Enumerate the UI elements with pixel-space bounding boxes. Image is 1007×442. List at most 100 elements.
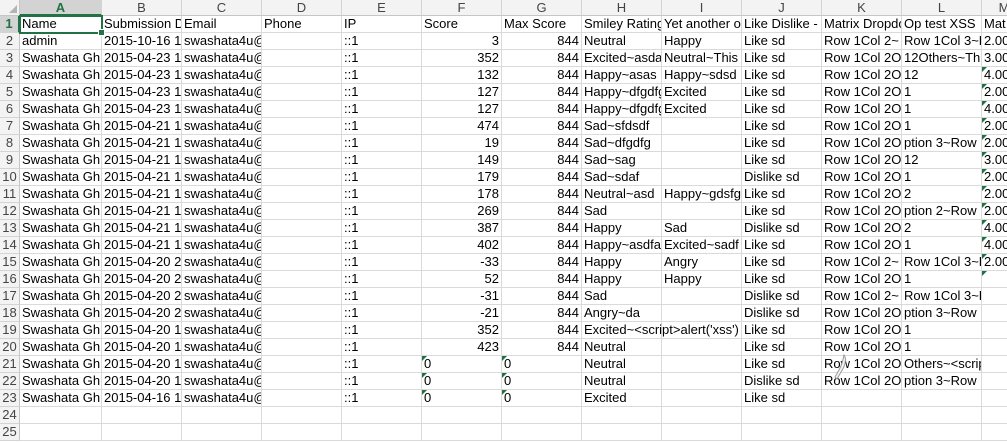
- cell-f16[interactable]: 52: [422, 271, 502, 288]
- cell-f10[interactable]: 179: [422, 169, 502, 186]
- cell-m15[interactable]: 2.00: [982, 254, 1007, 271]
- cell-c24[interactable]: [182, 407, 262, 424]
- cell-k4[interactable]: Row 1Col 2O: [822, 67, 902, 84]
- cell-h10[interactable]: Sad~sdaf: [582, 169, 662, 186]
- cell-l2[interactable]: Row 1Col 3~R: [902, 33, 982, 50]
- cell-m14[interactable]: 4.00: [982, 237, 1007, 254]
- cell-c17[interactable]: swashata4u@gmail.com: [182, 288, 262, 305]
- cell-d22[interactable]: [262, 373, 342, 390]
- cell-j14[interactable]: Like sd: [742, 237, 822, 254]
- cell-d3[interactable]: [262, 50, 342, 67]
- column-header-d[interactable]: D: [262, 0, 342, 16]
- header-cell-f[interactable]: Score: [422, 16, 502, 33]
- cell-f14[interactable]: 402: [422, 237, 502, 254]
- cell-f12[interactable]: 269: [422, 203, 502, 220]
- cell-c13[interactable]: swashata4u@gmail.com: [182, 220, 262, 237]
- cell-j9[interactable]: Like sd: [742, 152, 822, 169]
- cell-e23[interactable]: ::1: [342, 390, 422, 407]
- cell-i6[interactable]: Excited: [662, 101, 742, 118]
- cell-c7[interactable]: swashata4u@gmail.com: [182, 118, 262, 135]
- cell-m8[interactable]: 2.00: [982, 135, 1007, 152]
- column-header-f[interactable]: F: [422, 0, 502, 16]
- cell-e2[interactable]: ::1: [342, 33, 422, 50]
- cell-b7[interactable]: 2015-04-21 14: [102, 118, 182, 135]
- cell-e11[interactable]: ::1: [342, 186, 422, 203]
- cell-j10[interactable]: Dislike sd: [742, 169, 822, 186]
- row-header-16[interactable]: 16: [0, 271, 20, 288]
- cell-c19[interactable]: swashata4u@gmail.com: [182, 322, 262, 339]
- cell-j23[interactable]: Like sd: [742, 390, 822, 407]
- cell-b18[interactable]: 2015-04-20 20: [102, 305, 182, 322]
- cell-f22[interactable]: 0: [422, 373, 502, 390]
- cell-a5[interactable]: Swashata Gh: [20, 84, 102, 101]
- cell-d18[interactable]: [262, 305, 342, 322]
- cell-e7[interactable]: ::1: [342, 118, 422, 135]
- cell-j16[interactable]: Like sd: [742, 271, 822, 288]
- cell-l10[interactable]: 1: [902, 169, 982, 186]
- cell-m6[interactable]: 4.00: [982, 101, 1007, 118]
- column-header-c[interactable]: C: [182, 0, 262, 16]
- cell-g25[interactable]: [502, 424, 582, 441]
- cell-l22[interactable]: ption 3~Row 1Col: [902, 373, 982, 390]
- cell-f15[interactable]: -33: [422, 254, 502, 271]
- cell-l21[interactable]: Others~<script>a: [902, 356, 982, 373]
- row-header-10[interactable]: 10: [0, 169, 20, 186]
- cell-f7[interactable]: 474: [422, 118, 502, 135]
- cell-h22[interactable]: Neutral: [582, 373, 662, 390]
- cell-i13[interactable]: Sad: [662, 220, 742, 237]
- row-header-18[interactable]: 18: [0, 305, 20, 322]
- cell-k6[interactable]: Row 1Col 2O: [822, 101, 902, 118]
- row-header-7[interactable]: 7: [0, 118, 20, 135]
- cell-m2[interactable]: 2.00: [982, 33, 1007, 50]
- header-cell-j[interactable]: Like Dislike -: [742, 16, 822, 33]
- cell-k25[interactable]: [822, 424, 902, 441]
- cell-j22[interactable]: Dislike sd: [742, 373, 822, 390]
- cell-g3[interactable]: 844: [502, 50, 582, 67]
- cell-e6[interactable]: ::1: [342, 101, 422, 118]
- cell-h15[interactable]: Happy: [582, 254, 662, 271]
- cell-l4[interactable]: 12: [902, 67, 982, 84]
- column-header-b[interactable]: B: [102, 0, 182, 16]
- cell-h20[interactable]: Neutral: [582, 339, 662, 356]
- cell-a7[interactable]: Swashata Gh: [20, 118, 102, 135]
- cell-h9[interactable]: Sad~sag: [582, 152, 662, 169]
- cell-c23[interactable]: swashata4u@gmail.com: [182, 390, 262, 407]
- cell-h17[interactable]: Sad: [582, 288, 662, 305]
- cell-f18[interactable]: -21: [422, 305, 502, 322]
- row-header-13[interactable]: 13: [0, 220, 20, 237]
- cell-h6[interactable]: Happy~dfgdfg: [582, 101, 662, 118]
- cell-k19[interactable]: Row 1Col 2O: [822, 322, 902, 339]
- cell-g9[interactable]: 844: [502, 152, 582, 169]
- cell-l9[interactable]: 12: [902, 152, 982, 169]
- cell-k7[interactable]: Row 1Col 2O: [822, 118, 902, 135]
- column-header-k[interactable]: K: [822, 0, 902, 16]
- cell-a16[interactable]: Swashata Gh: [20, 271, 102, 288]
- cell-l3[interactable]: 12Others~Th: [902, 50, 982, 67]
- cell-d20[interactable]: [262, 339, 342, 356]
- cell-e18[interactable]: ::1: [342, 305, 422, 322]
- cell-a22[interactable]: Swashata Gh: [20, 373, 102, 390]
- cell-i23[interactable]: [662, 390, 742, 407]
- cell-e5[interactable]: ::1: [342, 84, 422, 101]
- cell-j3[interactable]: Like sd: [742, 50, 822, 67]
- cell-i20[interactable]: [662, 339, 742, 356]
- cell-m23[interactable]: [982, 390, 1007, 407]
- row-header-5[interactable]: 5: [0, 84, 20, 101]
- select-all-corner[interactable]: [0, 0, 20, 16]
- cell-g20[interactable]: 844: [502, 339, 582, 356]
- cell-d13[interactable]: [262, 220, 342, 237]
- cell-i21[interactable]: [662, 356, 742, 373]
- cell-c6[interactable]: swashata4u@gmail.com: [182, 101, 262, 118]
- cell-f17[interactable]: -31: [422, 288, 502, 305]
- cell-g8[interactable]: 844: [502, 135, 582, 152]
- cell-f6[interactable]: 127: [422, 101, 502, 118]
- cell-d23[interactable]: [262, 390, 342, 407]
- cell-a17[interactable]: Swashata Gh: [20, 288, 102, 305]
- cell-c10[interactable]: swashata4u@gmail.com: [182, 169, 262, 186]
- cell-f21[interactable]: 0: [422, 356, 502, 373]
- cell-d21[interactable]: [262, 356, 342, 373]
- cell-f4[interactable]: 132: [422, 67, 502, 84]
- cell-b24[interactable]: [102, 407, 182, 424]
- cell-i24[interactable]: [662, 407, 742, 424]
- cell-c14[interactable]: swashata4u@gmail.com: [182, 237, 262, 254]
